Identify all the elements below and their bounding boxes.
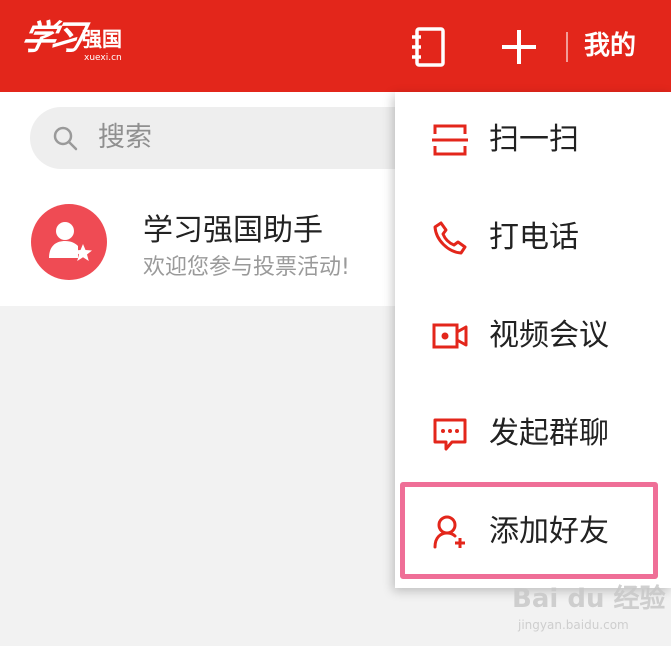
menu-label-video-meeting: 视频会议 — [489, 318, 609, 353]
video-camera-icon — [432, 323, 468, 349]
logo-calligraphy: 学习 — [17, 18, 83, 58]
address-book-icon[interactable] — [409, 26, 449, 68]
menu-item-scan[interactable]: 扫一扫 — [395, 92, 671, 190]
search-icon — [53, 126, 78, 151]
mine-tab[interactable]: 我的 — [584, 29, 636, 63]
watermark: Bai du 经验 jingyan.baidu.com — [512, 578, 666, 638]
phone-icon — [433, 221, 467, 255]
search-input[interactable]: 搜索 — [30, 107, 450, 169]
menu-label-scan: 扫一扫 — [489, 122, 579, 157]
logo-name: 强国 — [82, 27, 122, 51]
chat-bubble-icon — [433, 418, 467, 451]
menu-label-group-chat: 发起群聊 — [489, 416, 609, 451]
logo-domain: xuexi.cn — [84, 53, 122, 63]
scan-icon — [432, 124, 468, 156]
watermark-url: jingyan.baidu.com — [518, 618, 629, 632]
search-placeholder: 搜索 — [98, 122, 152, 153]
top-bar: 学习 强国 xuexi.cn 我的 — [0, 0, 671, 92]
chat-title: 学习强国助手 — [143, 213, 323, 248]
menu-item-video-meeting[interactable]: 视频会议 — [395, 288, 671, 386]
header-divider — [566, 32, 568, 62]
highlight-frame — [400, 482, 658, 579]
watermark-logo: Bai du 经验 — [512, 584, 666, 614]
plus-icon[interactable] — [500, 28, 538, 66]
menu-label-call: 打电话 — [489, 220, 579, 255]
menu-item-group-chat[interactable]: 发起群聊 — [395, 386, 671, 484]
app-logo: 学习 强国 xuexi.cn — [18, 16, 142, 68]
chat-preview: 欢迎您参与投票活动! — [143, 255, 350, 280]
menu-item-call[interactable]: 打电话 — [395, 190, 671, 288]
avatar — [31, 204, 107, 280]
user-star-icon — [49, 222, 92, 261]
